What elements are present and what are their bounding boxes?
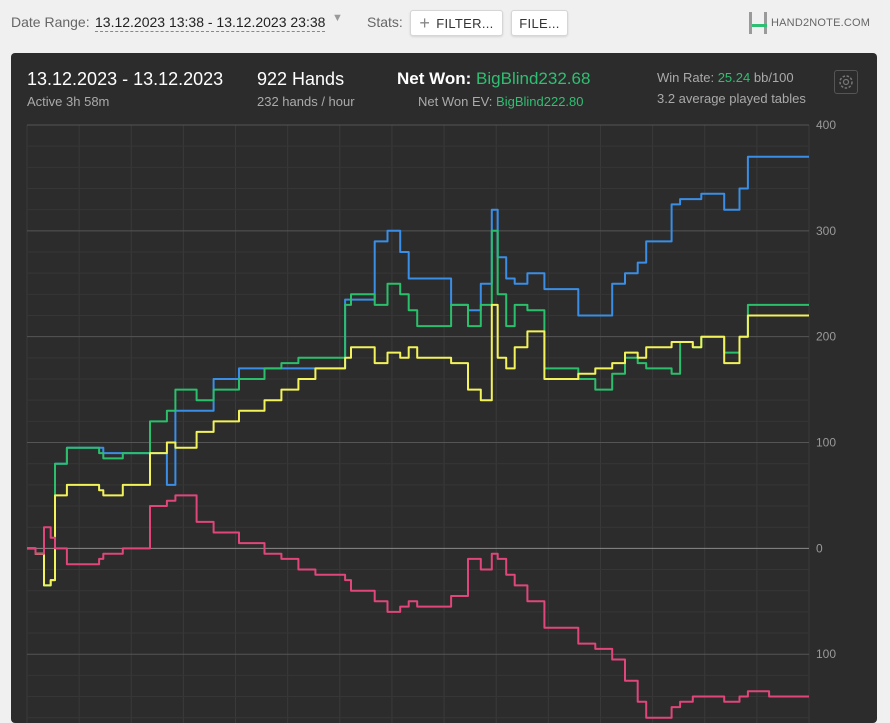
win-rate-value: 25.24	[717, 70, 751, 85]
y-tick-label: 400	[816, 118, 836, 132]
y-tick-label: 100	[816, 436, 836, 450]
win-rate: Win Rate: 25.24 bb/100	[657, 70, 794, 85]
chevron-down-icon[interactable]: ▼	[332, 12, 343, 24]
stats-label: Stats:	[367, 14, 403, 30]
y-tick-label: 200	[816, 330, 836, 344]
series-line-pink	[27, 494, 809, 719]
y-tick-label: 300	[816, 224, 836, 238]
net-won-ev-label: Net Won EV:	[418, 94, 493, 109]
date-range-picker[interactable]: 13.12.2023 13:38 - 13.12.2023 23:38	[95, 14, 326, 32]
average-tables: 3.2 average played tables	[657, 91, 806, 106]
profit-graph: 400 300 200 100 0 100	[26, 118, 836, 723]
series-line-green	[27, 229, 809, 587]
logo-text: HAND2NOTE.COM	[771, 17, 871, 29]
hands-per-hour: 232 hands / hour	[257, 94, 355, 109]
net-won-ev-value: BigBlind222.80	[496, 94, 584, 109]
settings-button[interactable]	[834, 70, 858, 94]
date-range-label: Date Range:	[11, 14, 90, 30]
session-period: 13.12.2023 - 13.12.2023	[27, 69, 224, 89]
net-won-label: Net Won:	[397, 69, 472, 88]
graph-panel: 400 300 200 100 0 100 13.12.2023 - 13.12.2023…	[11, 53, 877, 723]
active-duration: Active 3h 58m	[27, 94, 110, 109]
filter-button[interactable]: + FILTER...	[410, 10, 503, 36]
net-won: Net Won: BigBlind232.68	[397, 69, 590, 89]
win-rate-unit: bb/100	[753, 70, 794, 85]
top-toolbar: Date Range: 13.12.2023 13:38 - 13.12.202…	[0, 0, 890, 48]
gear-icon	[839, 75, 853, 89]
net-won-value: BigBlind232.68	[476, 69, 591, 88]
y-tick-label: 100	[816, 647, 836, 661]
file-button-label: FILE...	[519, 15, 560, 31]
file-button[interactable]: FILE...	[511, 10, 568, 36]
y-tick-label: 0	[816, 541, 823, 555]
series-line-blue	[27, 155, 809, 587]
hands-count: 922 Hands	[257, 69, 345, 89]
hand2note-logo[interactable]: HAND2NOTE.COM	[749, 11, 870, 35]
hand2note-logo-icon	[749, 12, 767, 34]
filter-button-label: FILTER...	[436, 15, 494, 31]
net-won-ev: Net Won EV: BigBlind222.80	[418, 94, 584, 109]
plus-icon: +	[419, 13, 431, 33]
win-rate-label: Win Rate:	[657, 70, 715, 85]
series-line-yellow	[27, 303, 809, 587]
